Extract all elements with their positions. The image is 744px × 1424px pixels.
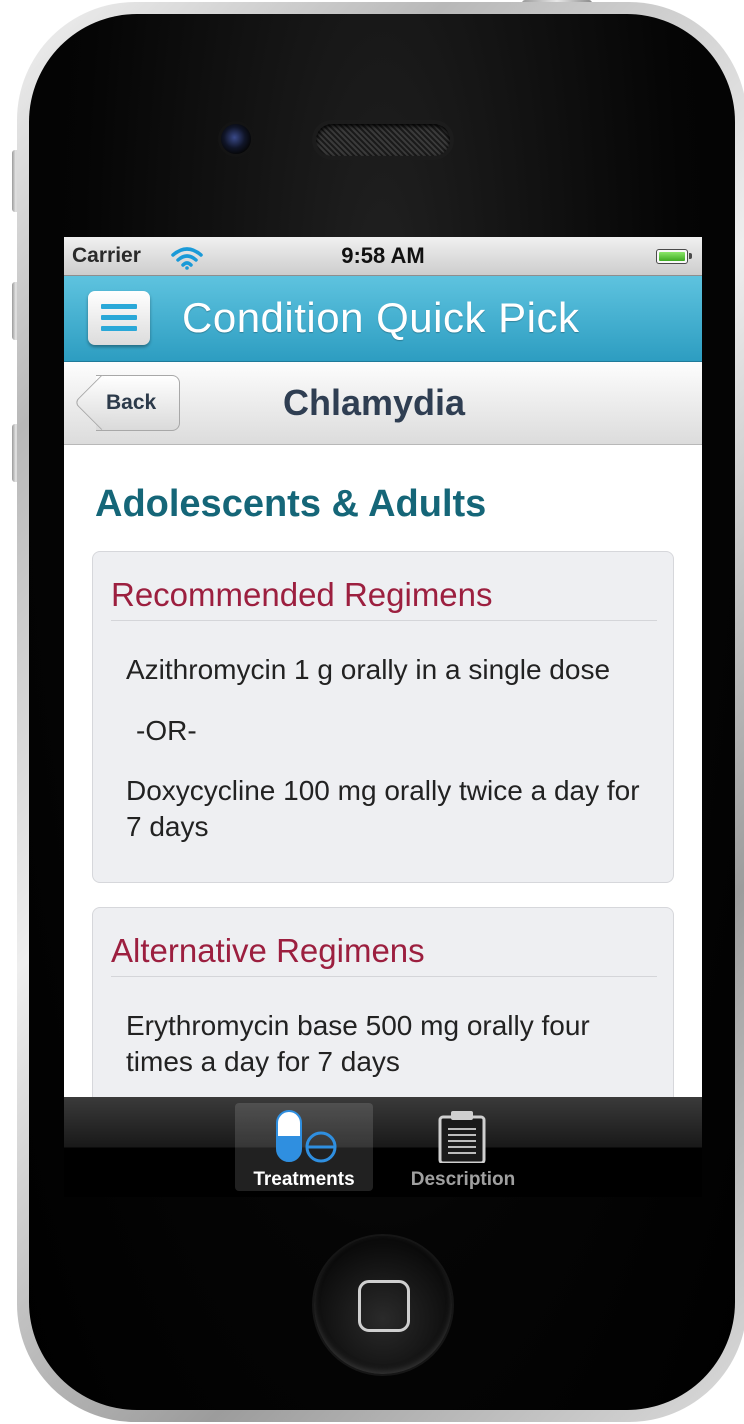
tab-label: Treatments (253, 1169, 355, 1190)
status-time: 9:58 AM (341, 243, 425, 268)
tab-description[interactable]: Description (394, 1103, 532, 1191)
phone-screen: Carrier 9:58 AM Condition Quick Pick Bac… (64, 237, 702, 1197)
navigation-bar: Back Chlamydia (64, 362, 702, 445)
app-title: Condition Quick Pick (182, 294, 580, 341)
regimen-item: Azithromycin 1 g orally in a single dose (126, 654, 611, 685)
regimen-separator: -OR- (136, 715, 197, 746)
card-title: Alternative Regimens (111, 932, 657, 977)
menu-button[interactable] (88, 291, 150, 345)
clipboard-icon (438, 1111, 486, 1163)
app-header: Condition Quick Pick (64, 276, 702, 362)
front-camera (221, 124, 251, 154)
page-title: Chlamydia (282, 382, 466, 423)
tab-treatments[interactable]: Treatments (235, 1103, 373, 1191)
earpiece-speaker (316, 124, 450, 156)
card-title: Recommended Regimens (111, 576, 657, 621)
battery-icon (656, 249, 692, 264)
recommended-regimens-card: Recommended Regimens Azithromycin 1 g or… (92, 551, 674, 883)
alternative-regimens-card: Alternative Regimens Erythromycin base 5… (92, 907, 674, 1097)
home-button-icon (358, 1280, 410, 1332)
tab-label: Description (410, 1169, 516, 1190)
tab-bar: Treatments Description (64, 1097, 702, 1197)
pill-icon (276, 1110, 337, 1163)
regimen-item: Erythromycin base 500 mg orally four tim… (126, 1010, 590, 1077)
status-bar: Carrier 9:58 AM (64, 237, 702, 276)
regimen-item: Doxycycline 100 mg orally twice a day fo… (126, 775, 640, 842)
section-heading: Adolescents & Adults (95, 483, 487, 525)
treatment-content[interactable]: Adolescents & Adults Recommended Regimen… (64, 445, 702, 1097)
